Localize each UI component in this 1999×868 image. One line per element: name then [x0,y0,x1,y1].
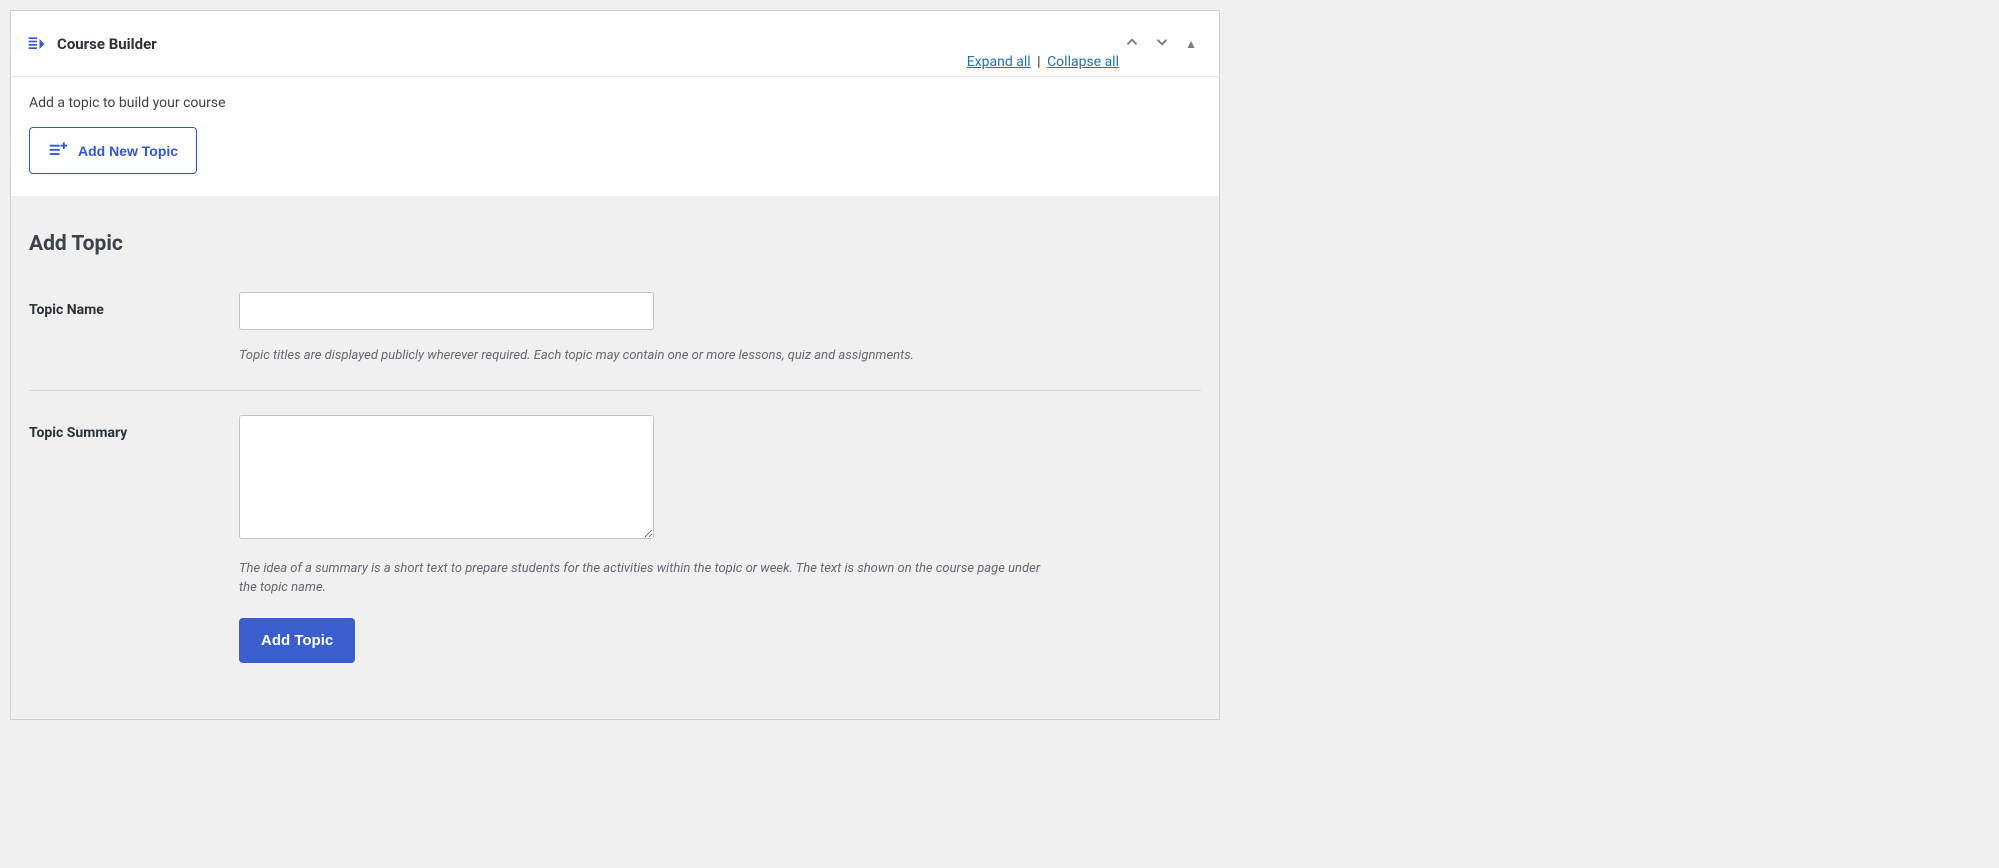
panel-toggle-button[interactable]: ▲ [1179,33,1203,55]
add-topic-section: Add Topic Topic Name Topic titles are di… [11,196,1219,719]
panel-body-top: Add a topic to build your course Add New… [11,77,1219,196]
add-topic-heading: Add Topic [29,232,1201,256]
chevron-up-icon [1123,33,1141,54]
header-controls: ▲ [1119,29,1203,58]
topic-summary-row: Topic Summary The idea of a summary is a… [29,415,1201,687]
add-topic-submit-button[interactable]: Add Topic [239,618,355,663]
topic-name-help: Topic titles are displayed publicly wher… [239,346,1049,366]
topic-summary-label: Topic Summary [29,415,239,441]
course-builder-icon [27,34,47,54]
topic-name-input[interactable] [239,292,654,330]
topic-summary-input[interactable] [239,415,654,539]
move-down-button[interactable] [1149,29,1175,58]
expand-all-link[interactable]: Expand all [967,54,1031,70]
add-new-topic-button[interactable]: Add New Topic [29,127,197,174]
panel-title: Course Builder [57,35,1119,53]
topic-summary-help: The idea of a summary is a short text to… [239,559,1049,598]
panel-header: Course Builder Expand all | Collapse all [11,11,1219,77]
expand-collapse-links: Expand all | Collapse all [967,54,1119,70]
topic-name-label: Topic Name [29,292,239,318]
topic-name-row: Topic Name Topic titles are displayed pu… [29,292,1201,391]
topic-name-content: Topic titles are displayed publicly wher… [239,292,1199,366]
add-topic-submit-label: Add Topic [261,632,333,649]
course-builder-panel: Course Builder Expand all | Collapse all [10,10,1220,720]
collapse-all-link[interactable]: Collapse all [1047,54,1119,70]
add-topic-icon [48,140,68,161]
instruction-text: Add a topic to build your course [29,95,1201,111]
topic-summary-content: The idea of a summary is a short text to… [239,415,1199,663]
add-new-topic-label: Add New Topic [78,143,178,159]
chevron-down-icon [1153,33,1171,54]
move-up-button[interactable] [1119,29,1145,58]
triangle-up-icon: ▲ [1185,37,1197,51]
link-separator: | [1037,54,1044,70]
